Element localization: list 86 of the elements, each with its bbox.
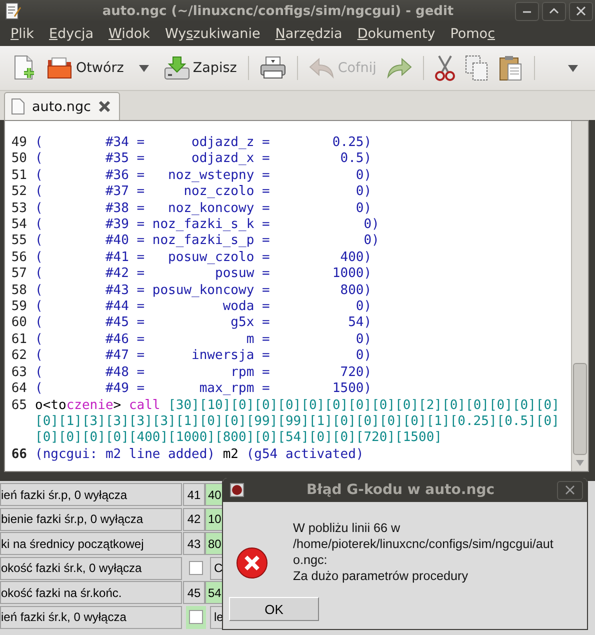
code-line: ( #44 = woda = 0) — [35, 299, 372, 316]
code-line: ( #48 = rpm = 720) — [35, 364, 372, 382]
save-button[interactable]: Zapisz — [158, 50, 242, 86]
field-label: ki na średnicy początkowej — [0, 532, 182, 555]
line-number: 61 — [10, 332, 27, 348]
code-line: (ngcgui: m2 line added) m2 (g54 activated) — [35, 446, 364, 464]
code-line: ( #37 = noz_czolo = 0) — [35, 184, 372, 201]
line-number: 57 — [10, 266, 27, 283]
line-number: 58 — [10, 282, 27, 300]
code-line: ( #36 = noz_wstepny = 0) — [35, 168, 372, 184]
line-number: 64 — [10, 381, 27, 398]
maximize-button[interactable] — [542, 2, 566, 20]
error-message: W pobliżu linii 66 w /home/pioterek/linuxcnc/configs/sim/ngcgui/aut o.ngc: Za dużo parametrów procedury — [293, 520, 554, 584]
checkbox[interactable] — [189, 610, 203, 624]
field-label: ień fazki śr.p, 0 wyłącza — [0, 483, 182, 506]
menu-item[interactable]: Edycja — [41, 26, 102, 42]
code-line: ( #47 = inwersja = 0) — [35, 348, 372, 365]
scrollbar-thumb[interactable] — [573, 363, 587, 455]
parameter-number: 45 — [183, 581, 205, 604]
field-label: bienie fazki śr.p, 0 wyłącza — [0, 508, 182, 530]
parameter-number: 43 — [183, 532, 205, 555]
line-number: 65 — [10, 398, 27, 414]
code-line: ( #34 = odjazd_z = 0.25) — [35, 135, 372, 152]
close-icon[interactable] — [98, 100, 111, 113]
checkbox[interactable] — [189, 561, 203, 575]
code-line: ( #45 = g5x = 54) — [35, 315, 372, 332]
menu-item[interactable]: Dokumenty — [350, 26, 443, 42]
document-tab[interactable]: auto.ngc — [4, 92, 120, 120]
line-number: 66 — [10, 446, 27, 464]
error-icon — [236, 547, 268, 579]
code-line: ( #40 = noz_fazki_s_p = 0) — [35, 233, 380, 250]
code-line: ( #35 = odjazd_x = 0.5) — [35, 151, 372, 168]
scrollbar[interactable] — [571, 121, 588, 471]
drive-icon — [164, 56, 190, 80]
ok-button[interactable]: OK — [229, 597, 319, 621]
field-label: okość fazki śr.k, 0 wyłącza — [0, 556, 182, 580]
clipboard-icon — [499, 55, 524, 81]
line-number: 54 — [10, 217, 27, 234]
document-icon — [11, 98, 25, 115]
code-line: ( #43 = posuw_koncowy = 800) — [35, 282, 372, 300]
caret-icon — [568, 64, 578, 72]
scissors-icon — [435, 55, 456, 81]
open-button[interactable]: Otwórz — [42, 50, 129, 86]
menu-item[interactable]: Narzędzia — [268, 26, 350, 42]
line-number: 49 — [10, 135, 27, 152]
line-number: 52 — [10, 184, 27, 201]
line-number: 55 — [10, 233, 27, 250]
close-button[interactable] — [557, 480, 583, 500]
parameter-number: 41 — [183, 483, 205, 506]
menu-item[interactable]: Pomoc — [442, 26, 503, 42]
line-number: 53 — [10, 200, 27, 218]
code-line: o<toczenie> call [30][10][0][0][0][0][0][0][0][0][2][0][0][0][0][0] [0][1][3][3][3][3][1][0][0][99][99][1][0][0][0][0][1][0.25][0.5][0] [0][0][0][0][400][1000][800][0][54][0][0][720][1500] — [35, 398, 560, 447]
close-icon — [564, 484, 576, 496]
code-line: ( #39 = noz_fazki_s_k = 0) — [35, 217, 380, 234]
field-label: okość fazki na śr.końc. — [0, 581, 182, 604]
code-line: ( #49 = max_rpm = 1500) — [35, 381, 372, 398]
code-line: ( #41 = posuw_czolo = 400) — [35, 250, 372, 266]
copy-icon — [465, 55, 490, 81]
line-number: 50 — [10, 151, 27, 168]
line-number: 56 — [10, 250, 27, 266]
line-number: 62 — [10, 348, 27, 365]
menu-item[interactable]: Widok — [101, 26, 158, 42]
menu-item[interactable]: Plik — [3, 26, 42, 42]
line-number: 51 — [10, 168, 27, 184]
menu-item[interactable]: Wyszukiwanie — [158, 26, 268, 42]
minimize-button[interactable] — [515, 2, 539, 20]
line-number: 60 — [10, 315, 27, 332]
close-icon — [575, 5, 587, 17]
printer-icon — [260, 56, 286, 80]
field-label: ień fazki śr.k, 0 wyłącza — [0, 606, 182, 628]
parameter-number: 42 — [183, 508, 205, 530]
window-title: auto.ngc (~/linuxcnc/configs/sim/ngcgui) - gedit — [101, 4, 455, 18]
document-plus-icon — [13, 55, 37, 81]
curved-arrow-icon — [308, 57, 335, 79]
close-button[interactable] — [569, 2, 593, 20]
code-line: ( #46 = m = 0) — [35, 332, 372, 348]
line-number: 59 — [10, 299, 27, 316]
curved-arrow-icon — [386, 57, 412, 79]
text-editor-icon — [5, 2, 21, 20]
code-line: ( #42 = posuw = 1000) — [35, 266, 372, 283]
window-icon — [230, 483, 244, 497]
code-line: ( #38 = noz_koncowy = 0) — [35, 200, 372, 218]
dialog-title: Błąd G-kodu w auto.ngc — [305, 482, 496, 498]
folder-icon — [47, 56, 73, 80]
line-number: 63 — [10, 364, 27, 382]
caret-icon — [138, 64, 149, 72]
